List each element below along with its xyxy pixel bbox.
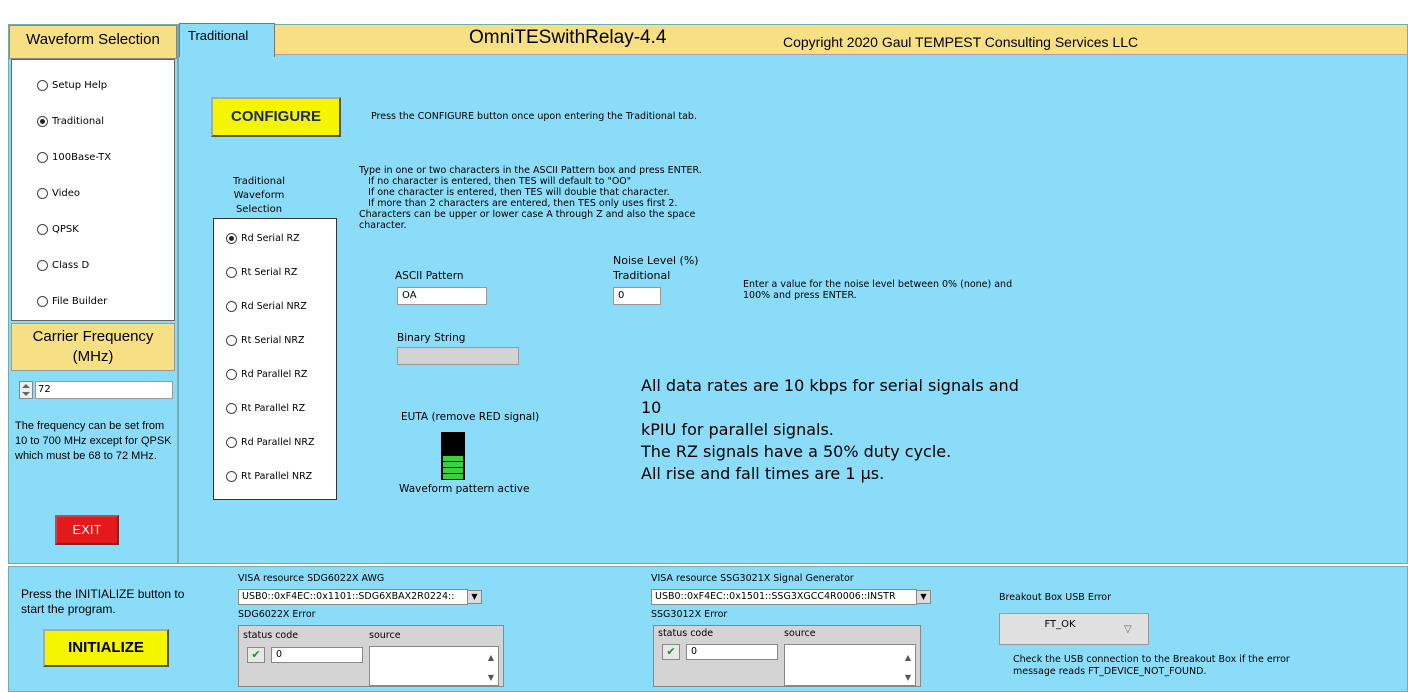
noise-level-subtitle: Traditional: [613, 269, 671, 282]
app-title: OmniTESwithRelay-4.4: [469, 27, 667, 48]
traditional-waveform-radio-group: Rd Serial RZ Rt Serial RZ Rd Serial NRZ …: [213, 218, 337, 500]
radio-qpsk[interactable]: QPSK: [37, 224, 79, 235]
waveform-selection-title: Waveform Selection: [9, 25, 177, 59]
awg-resource-label: VISA resource SDG6022X AWG: [238, 573, 385, 584]
radio-circle-icon: [37, 296, 48, 307]
radio-rd-parallel-rz[interactable]: Rd Parallel RZ: [226, 369, 307, 380]
awg-error-label: SDG6022X Error: [238, 609, 316, 620]
siggen-dropdown-arrow-icon[interactable]: ▼: [916, 590, 931, 604]
copyright-text: Copyright 2020 Gaul TEMPEST Consulting S…: [783, 34, 1139, 50]
scroll-down-icon[interactable]: ▼: [486, 673, 496, 682]
ascii-pattern-label: ASCII Pattern: [395, 270, 464, 282]
radio-rt-serial-nrz[interactable]: Rt Serial NRZ: [226, 335, 304, 346]
data-rates-info: All data rates are 10 kbps for serial si…: [641, 375, 1041, 485]
initialize-hint: Press the INITIALIZE button to start the…: [21, 587, 185, 616]
tab-traditional[interactable]: Traditional: [179, 23, 275, 57]
rise-fall-line: All rise and fall times are 1 µs.: [641, 464, 885, 483]
scroll-up-icon[interactable]: ▲: [486, 653, 496, 662]
usb-error-value: FT_OK: [1044, 619, 1076, 630]
awg-error-cluster: status code source ✔ 0 ▲ ▼: [238, 625, 504, 687]
dropdown-arrow-icon[interactable]: ▽: [1124, 624, 1132, 635]
source-label: source: [369, 630, 401, 641]
source-field: ▲ ▼: [369, 646, 499, 686]
siggen-resource-label: VISA resource SSG3021X Signal Generator: [651, 573, 854, 584]
radio-setup-help[interactable]: Setup Help: [37, 80, 107, 91]
radio-circle-icon: [226, 437, 237, 448]
radio-circle-icon: [37, 152, 48, 163]
usb-error-ring[interactable]: FT_OK ▽: [999, 613, 1149, 645]
radio-file-builder[interactable]: File Builder: [37, 296, 107, 307]
duty-cycle-line: The RZ signals have a 50% duty cycle.: [641, 442, 952, 461]
source-field: ▲ ▼: [784, 644, 916, 686]
frequency-spinner-icon[interactable]: [19, 381, 35, 399]
exit-button[interactable]: EXIT: [55, 515, 119, 545]
waveform-active-label: Waveform pattern active: [399, 483, 530, 495]
configure-button[interactable]: CONFIGURE: [211, 97, 341, 137]
radio-circle-icon: [37, 260, 48, 271]
radio-circle-icon: [226, 471, 237, 482]
radio-circle-icon: [37, 188, 48, 199]
status-code-field: 0: [686, 644, 778, 660]
initialize-button[interactable]: INITIALIZE: [43, 629, 169, 667]
radio-rd-serial-nrz[interactable]: Rd Serial NRZ: [226, 301, 307, 312]
traditional-waveform-label: Traditional Waveform Selection: [232, 176, 286, 215]
waveform-radio-group: Setup Help Traditional 100Base-TX Video …: [11, 59, 175, 321]
noise-level-help: Enter a value for the noise level betwee…: [743, 279, 1013, 301]
radio-circle-icon: [37, 80, 48, 91]
radio-100base-tx[interactable]: 100Base-TX: [37, 152, 111, 163]
frequency-help-text: The frequency can be set from 10 to 700 …: [15, 420, 172, 462]
radio-circle-icon: [226, 403, 237, 414]
euta-indicator-icon: [441, 432, 465, 480]
status-check-icon: ✔: [247, 647, 265, 663]
radio-circle-icon: [226, 369, 237, 380]
radio-rt-parallel-rz[interactable]: Rt Parallel RZ: [226, 403, 305, 414]
data-rates-line: kPIU for parallel signals.: [641, 420, 834, 439]
radio-rd-parallel-nrz[interactable]: Rd Parallel NRZ: [226, 437, 315, 448]
radio-circle-icon: [226, 335, 237, 346]
bottom-panel: Press the INITIALIZE button to start the…: [8, 566, 1408, 692]
scroll-up-icon[interactable]: ▲: [903, 653, 913, 662]
left-panel: Waveform Selection Setup Help Traditiona…: [8, 24, 178, 564]
radio-rd-serial-rz[interactable]: Rd Serial RZ: [226, 233, 300, 244]
radio-traditional[interactable]: Traditional: [37, 116, 104, 127]
radio-circle-icon: [37, 224, 48, 235]
status-code-label: status code: [658, 628, 714, 639]
usb-error-label: Breakout Box USB Error: [999, 592, 1111, 603]
radio-circle-icon: [226, 267, 237, 278]
siggen-error-cluster: status code source ✔ 0 ▲ ▼: [653, 625, 921, 687]
awg-dropdown-arrow-icon[interactable]: ▼: [467, 590, 482, 604]
radio-circle-icon: [226, 301, 237, 312]
radio-video[interactable]: Video: [37, 188, 80, 199]
siggen-resource-select[interactable]: USB0::0xF4EC::0x1501::SSG3XGCC4R0006::IN…: [651, 589, 917, 605]
radio-rt-serial-rz[interactable]: Rt Serial RZ: [226, 267, 297, 278]
ascii-pattern-input[interactable]: OA: [397, 287, 487, 305]
radio-rt-parallel-nrz[interactable]: Rt Parallel NRZ: [226, 471, 312, 482]
noise-level-input[interactable]: 0: [613, 287, 661, 305]
status-check-icon: ✔: [662, 644, 680, 660]
status-code-label: status code: [243, 630, 299, 641]
binary-string-field: [397, 347, 519, 365]
noise-level-title: Noise Level (%): [613, 254, 699, 267]
noise-level-label: Noise Level (%) Traditional: [613, 253, 699, 283]
main-panel: Traditional OmniTESwithRelay-4.4 Copyrig…: [178, 23, 1408, 564]
source-label: source: [784, 628, 816, 639]
awg-resource-select[interactable]: USB0::0xF4EC::0x1101::SDG6XBAX2R0224::: [238, 589, 468, 605]
ascii-pattern-help: Type in one or two characters in the ASC…: [359, 165, 702, 231]
binary-string-label: Binary String: [397, 332, 466, 344]
frequency-input[interactable]: 72: [35, 381, 173, 399]
radio-selected-icon: [37, 116, 48, 127]
euta-label: EUTA (remove RED signal): [401, 411, 540, 423]
usb-help-text: Check the USB connection to the Breakout…: [1013, 654, 1290, 677]
carrier-frequency-title: Carrier Frequency (MHz): [11, 323, 175, 371]
configure-hint: Press the CONFIGURE button once upon ent…: [371, 111, 697, 122]
status-code-field: 0: [271, 647, 363, 663]
siggen-error-label: SSG3012X Error: [651, 609, 728, 620]
scroll-down-icon[interactable]: ▼: [903, 673, 913, 682]
radio-class-d[interactable]: Class D: [37, 260, 89, 271]
radio-selected-icon: [226, 233, 237, 244]
data-rates-line: All data rates are 10 kbps for serial si…: [641, 376, 1019, 417]
